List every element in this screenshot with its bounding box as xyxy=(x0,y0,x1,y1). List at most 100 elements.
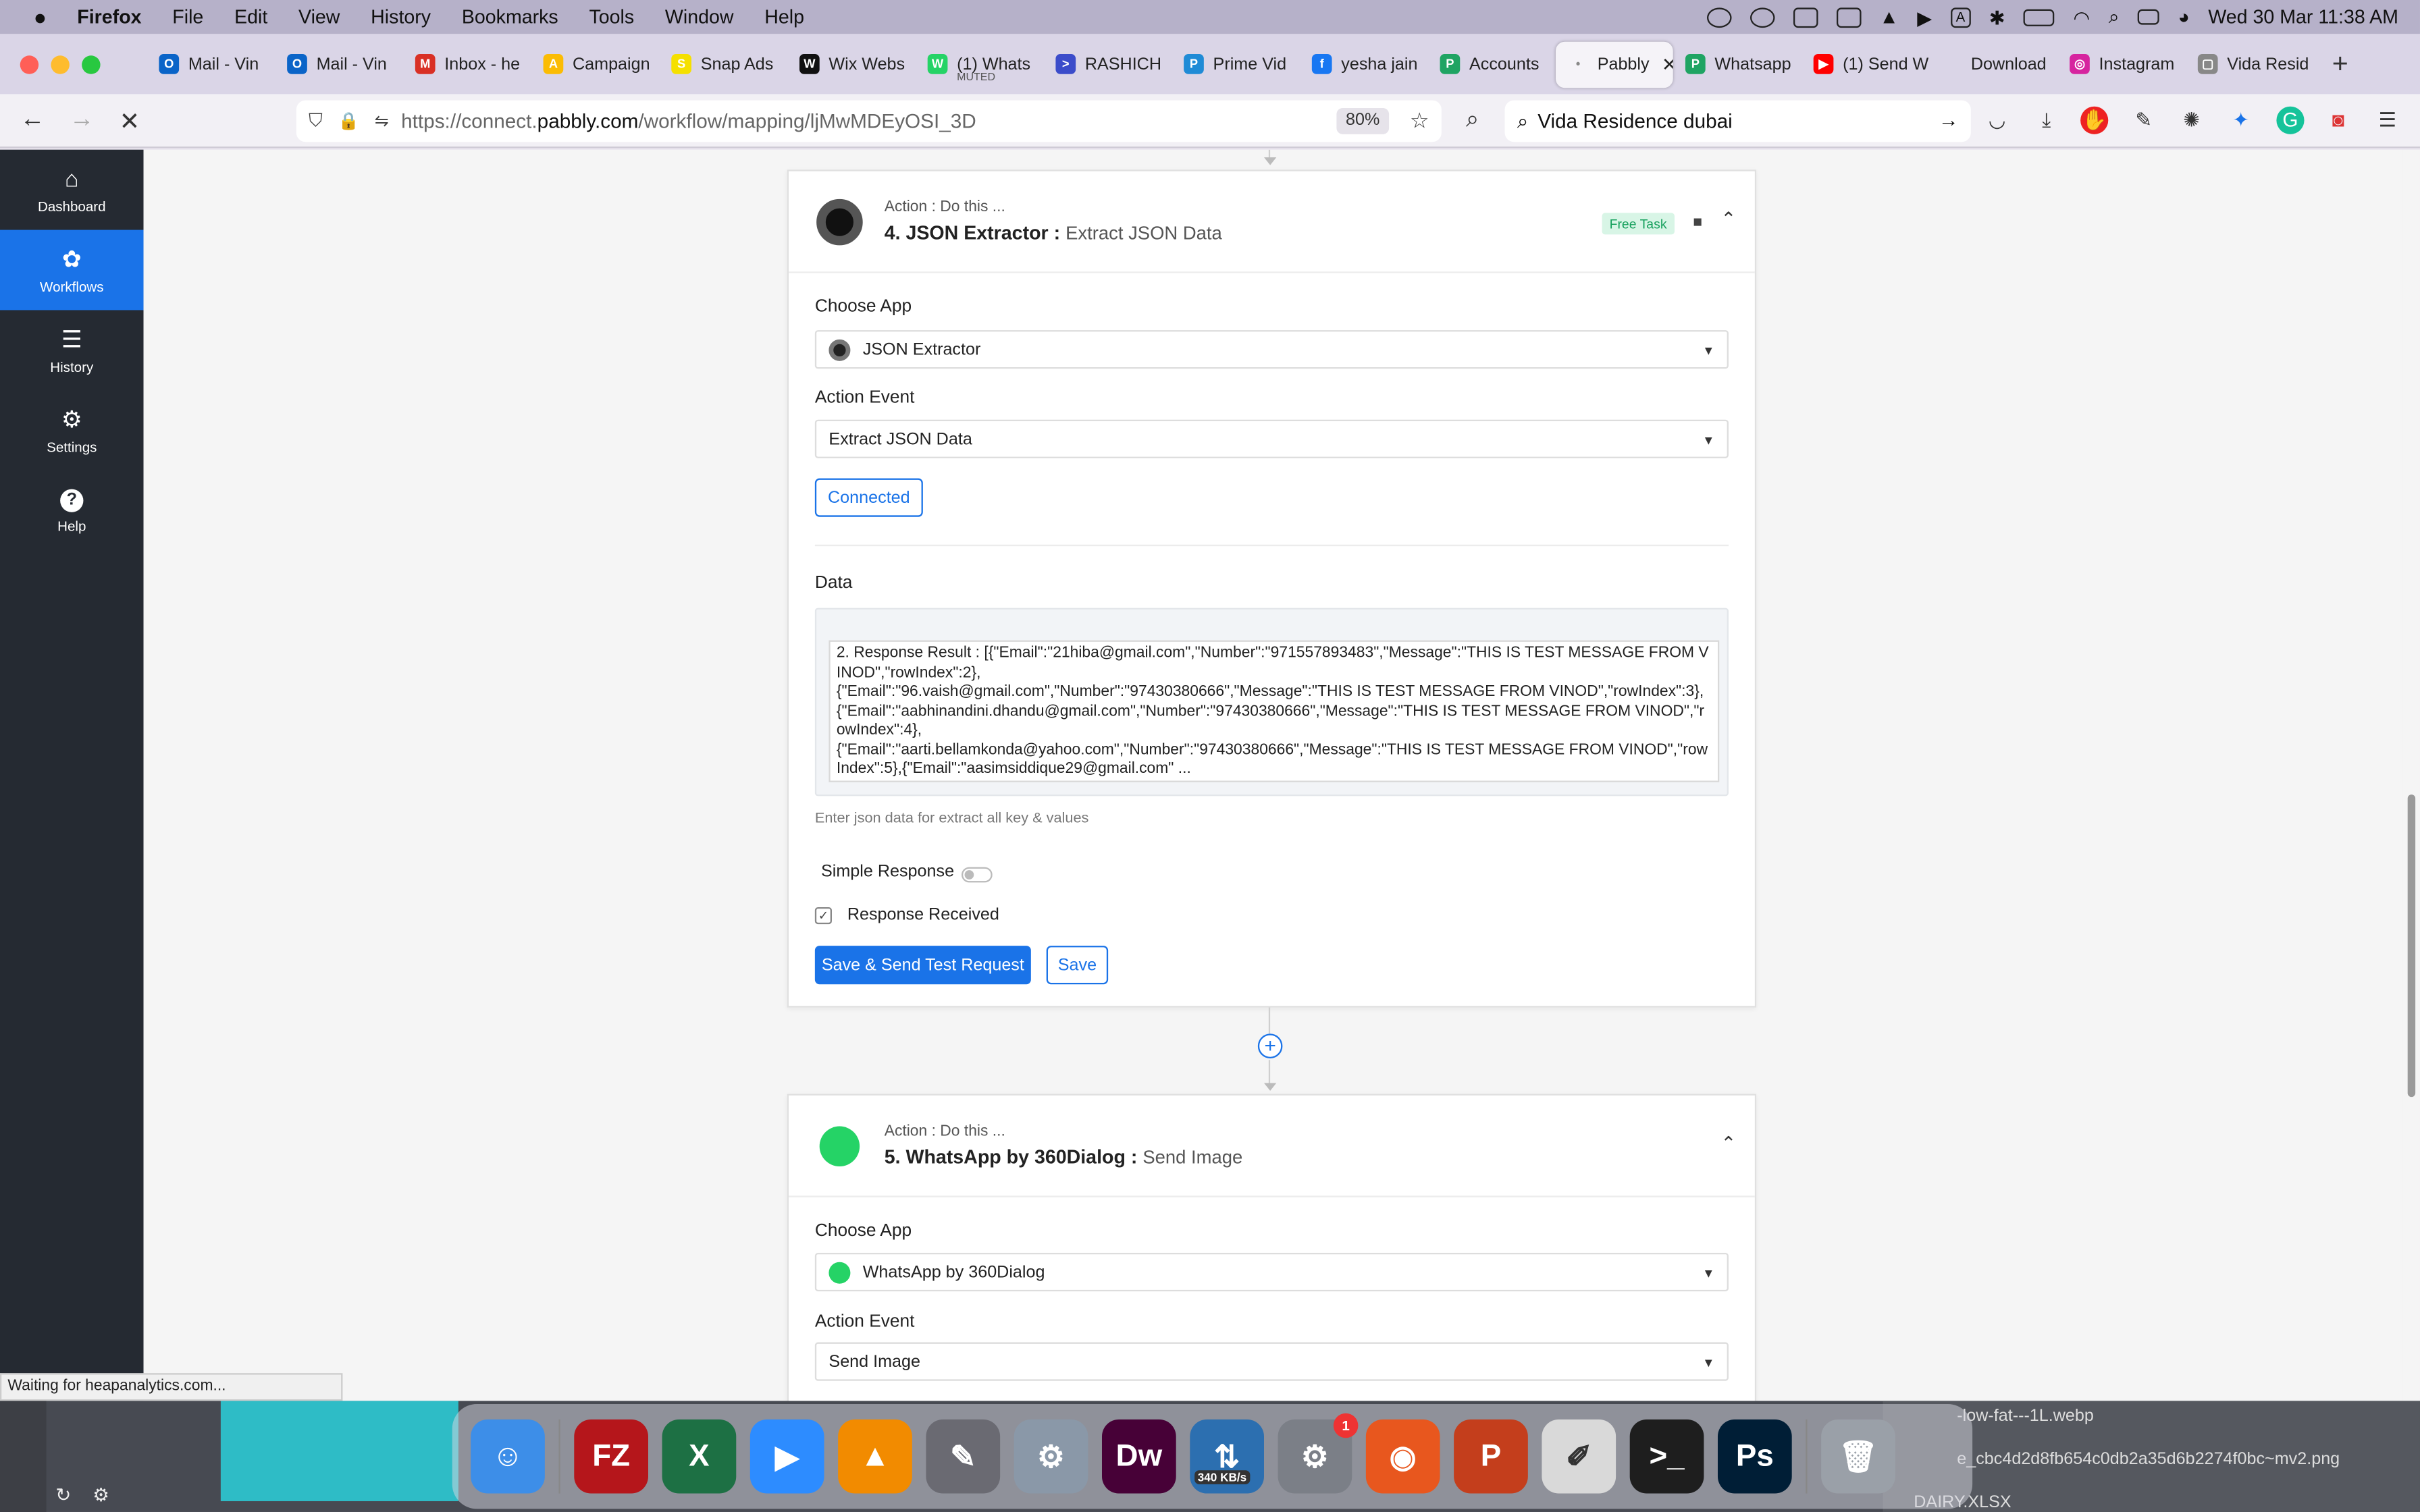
connected-button[interactable]: Connected xyxy=(814,478,923,517)
close-window-button[interactable] xyxy=(20,55,39,74)
bookmark-star-icon[interactable]: ☆ xyxy=(1410,108,1429,134)
video-camera-icon[interactable]: ■ xyxy=(1693,215,1702,232)
browser-tab[interactable]: W Wix Webs xyxy=(787,41,916,88)
dock-finder-icon[interactable]: ☺ xyxy=(471,1419,545,1494)
step-5-header[interactable]: Action : Do this ... 5. WhatsApp by 360D… xyxy=(788,1096,1755,1197)
stop-loading-icon[interactable]: ✕ xyxy=(113,107,147,138)
downloads-icon[interactable]: ⤓ xyxy=(2032,107,2060,134)
menu-tools[interactable]: Tools xyxy=(589,6,634,28)
browser-tab[interactable]: P Prime Vid xyxy=(1172,41,1300,88)
dock-network-monitor-icon[interactable]: ⇅ 340 KB/s xyxy=(1190,1419,1264,1494)
grammarly-icon[interactable]: G xyxy=(2276,106,2305,134)
save-button[interactable]: Save xyxy=(1046,946,1109,985)
dock-zoom-icon[interactable]: ▶ xyxy=(749,1419,824,1494)
dock-firefox-icon[interactable]: ◉ xyxy=(1365,1419,1440,1494)
lock-icon[interactable]: 🔒 xyxy=(338,111,359,131)
sidebar-item-help[interactable]: ? Help xyxy=(0,470,144,551)
close-tab-icon[interactable]: ✕ xyxy=(1662,53,1673,75)
camera-icon[interactable] xyxy=(1836,7,1862,27)
chevron-up-icon[interactable]: ⌃ xyxy=(1720,209,1736,230)
browser-tab[interactable]: P Accounts xyxy=(1427,41,1556,88)
page-scrollbar[interactable] xyxy=(2402,149,2420,1401)
shield-icon[interactable]: ⛉ xyxy=(309,109,323,132)
data-input[interactable]: 2. Response Result : [{"Email":"21hiba@g… xyxy=(828,640,1720,782)
network-icon[interactable]: ⚙ xyxy=(93,1484,109,1506)
sidebar-item-settings[interactable]: ⚙ Settings xyxy=(0,390,144,470)
browser-tab[interactable]: O Mail - Vin xyxy=(275,41,403,88)
wifi-icon[interactable]: ◠ xyxy=(2073,5,2090,28)
response-received-checkbox[interactable]: ✓ xyxy=(814,907,832,925)
status-icon[interactable] xyxy=(1706,7,1732,27)
browser-tab[interactable]: ▶ (1) Send W xyxy=(1801,41,1929,88)
sidebar-item-workflows[interactable]: ✿ Workflows xyxy=(0,230,144,310)
desktop-file[interactable]: -low-fat---1L.webp xyxy=(1957,1407,2094,1426)
extension-record-icon[interactable]: ◙ xyxy=(2324,107,2352,134)
new-tab-button[interactable]: + xyxy=(2332,48,2348,80)
url-bar[interactable]: ⛉ 🔒 ⇋ https://connect.pabbly.com/workflo… xyxy=(296,100,1442,142)
forward-icon[interactable]: → xyxy=(65,107,99,134)
browser-tab[interactable]: A Campaign xyxy=(531,41,659,88)
control-center-icon[interactable] xyxy=(2138,9,2160,25)
dock-filezilla-icon[interactable]: FZ xyxy=(574,1419,648,1494)
dock-dreamweaver-icon[interactable]: Dw xyxy=(1101,1419,1176,1494)
menu-edit[interactable]: Edit xyxy=(234,6,267,28)
simple-response-toggle[interactable] xyxy=(961,867,993,883)
minimize-window-button[interactable] xyxy=(51,55,70,74)
dock-system-utility-icon[interactable]: ⚙ xyxy=(1014,1419,1088,1494)
extension-pen-icon[interactable]: ✎ xyxy=(2130,107,2157,134)
browser-tab[interactable]: P Whatsapp xyxy=(1673,41,1801,88)
menu-history[interactable]: History xyxy=(371,6,431,28)
sidebar-item-history[interactable]: ☰ History xyxy=(0,310,144,390)
zoom-window-button[interactable] xyxy=(82,55,101,74)
browser-tab[interactable]: Download xyxy=(1929,41,2057,88)
action-event-select[interactable]: Send Image ▼ xyxy=(814,1342,1729,1381)
browser-tab[interactable]: ▢ Vida Resid xyxy=(2186,41,2314,88)
vlc-menu-icon[interactable]: ▲ xyxy=(1880,6,1899,28)
back-icon[interactable]: ← xyxy=(16,107,49,134)
action-event-select[interactable]: Extract JSON Data ▼ xyxy=(814,419,1729,458)
search-icon[interactable]: ⌕ xyxy=(1455,107,1489,133)
browser-tab[interactable]: S Snap Ads xyxy=(659,41,787,88)
chevron-up-icon[interactable]: ⌃ xyxy=(1720,1133,1736,1154)
pocket-icon[interactable]: ◡ xyxy=(1983,107,2011,134)
choose-app-select[interactable]: WhatsApp by 360Dialog ▼ xyxy=(814,1252,1729,1292)
browser-tab[interactable]: W (1) Whats MUTED xyxy=(915,41,1043,88)
browser-tab[interactable]: ◎ Instagram xyxy=(2057,41,2186,88)
save-send-test-button[interactable]: Save & Send Test Request xyxy=(814,946,1031,985)
zoom-level[interactable]: 80% xyxy=(1336,107,1390,134)
hamburger-menu-icon[interactable]: ☰ xyxy=(2373,107,2401,134)
dock-powerpoint-icon[interactable]: P xyxy=(1454,1419,1528,1494)
display-icon[interactable] xyxy=(1793,7,1818,27)
dock-terminal-icon[interactable]: >_ xyxy=(1629,1419,1704,1494)
apple-menu-icon[interactable]: ● xyxy=(28,5,53,30)
browser-tab[interactable]: > RASHICH xyxy=(1043,41,1172,88)
extension-puzzle-icon[interactable]: ✺ xyxy=(2178,107,2205,134)
step-4-header[interactable]: Action : Do this ... 4. JSON Extractor :… xyxy=(788,171,1755,273)
menu-bookmarks[interactable]: Bookmarks xyxy=(462,6,558,28)
refresh-icon[interactable]: ↻ xyxy=(55,1484,71,1506)
choose-app-select[interactable]: JSON Extractor ▼ xyxy=(814,330,1729,369)
menu-file[interactable]: File xyxy=(172,6,203,28)
creative-cloud-icon[interactable] xyxy=(1750,7,1775,27)
dock-excel-icon[interactable]: X xyxy=(662,1419,737,1494)
battery-icon[interactable] xyxy=(2024,8,2055,26)
desktop-file[interactable]: e_cbc4d2d8fb654c0db2a35d6b2274f0bc~mv2.p… xyxy=(1957,1451,2340,1469)
siri-icon[interactable]: ◕ xyxy=(2178,6,2190,28)
browser-tab[interactable]: O Mail - Vin xyxy=(147,41,275,88)
scrollbar-thumb[interactable] xyxy=(2407,794,2416,1098)
search-bar[interactable]: ⌕ Vida Residence dubai → xyxy=(1504,100,1971,142)
extension-red-icon[interactable]: ✋ xyxy=(2080,106,2109,134)
browser-tab[interactable]: M Inbox - he xyxy=(403,41,531,88)
menu-app[interactable]: Firefox xyxy=(77,6,141,28)
dock-photoshop-icon[interactable]: Ps xyxy=(1717,1419,1792,1494)
dock-textedit-icon[interactable]: ✐ xyxy=(1542,1419,1616,1494)
extension-blue-icon[interactable]: ✦ xyxy=(2227,107,2255,134)
dock-vlc-icon[interactable]: ▲ xyxy=(838,1419,912,1494)
menu-window[interactable]: Window xyxy=(665,6,734,28)
spotlight-icon[interactable]: ⌕ xyxy=(2109,5,2120,28)
input-source-icon[interactable]: A xyxy=(1950,7,1971,27)
dock-quill-icon[interactable]: ✎ xyxy=(926,1419,1001,1494)
add-step-button[interactable]: + xyxy=(1257,1033,1283,1058)
browser-tab[interactable]: f yesha jain xyxy=(1300,41,1428,88)
menu-view[interactable]: View xyxy=(298,6,340,28)
